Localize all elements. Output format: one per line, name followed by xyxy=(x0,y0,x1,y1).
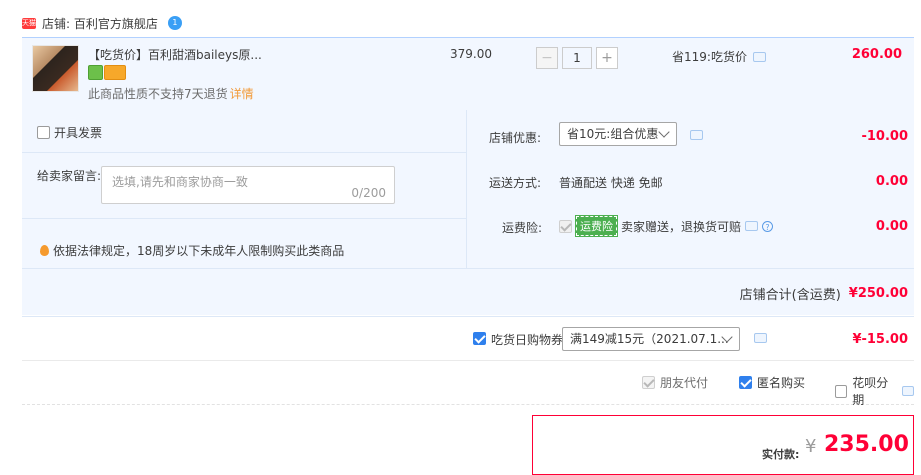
payment-summary: 实付款: ¥ 235.00 xyxy=(532,415,914,475)
item-discount: 省119:吃货价 xyxy=(672,48,766,65)
decrease-quantity-button[interactable]: − xyxy=(536,47,558,69)
message-icon[interactable] xyxy=(690,130,703,140)
divider xyxy=(22,268,914,269)
huabei-checkbox[interactable] xyxy=(835,384,848,398)
shop-total: 店铺合计(含运费) ¥250.00 xyxy=(740,284,908,303)
return-policy-text: 此商品性质不支持7天退货 xyxy=(88,87,228,101)
seller-message-label: 给卖家留言: xyxy=(37,169,102,183)
anonymous-label: 匿名购买 xyxy=(757,376,806,390)
shop-name[interactable]: 店铺: 百利官方旗舰店 xyxy=(42,15,158,32)
shop-total-value: ¥250.00 xyxy=(848,286,908,301)
increase-quantity-button[interactable]: + xyxy=(596,47,618,69)
anonymous-checkbox[interactable] xyxy=(739,376,752,389)
shop-discount-label: 店铺优惠: xyxy=(489,131,542,145)
item-total: 260.00 xyxy=(851,47,902,62)
anonymous-option[interactable]: 匿名购买 xyxy=(739,374,805,391)
shipping-insurance: 运费险 卖家赠送，退换货可赔 ? xyxy=(559,215,774,237)
invoice-option[interactable]: 开具发票 xyxy=(37,124,102,141)
order-item-row: 【吃货价】百利甜酒baileys原... 此商品性质不支持7天退货 详情 379.… xyxy=(22,37,914,111)
huabei-option[interactable]: 花呗分期 xyxy=(835,374,915,408)
service-tag-icon xyxy=(88,65,103,80)
shipping-method: 普通配送 快递 免邮 xyxy=(559,176,663,190)
shop-discount-value: -10.00 xyxy=(861,129,908,144)
shop-discount-selected: 省10元:组合优惠 xyxy=(567,127,659,141)
insurance-label: 运费险: xyxy=(502,221,543,235)
message-icon[interactable] xyxy=(754,333,767,343)
payment-currency: ¥ xyxy=(805,436,817,457)
coupon-value: ¥-15.00 xyxy=(852,332,908,347)
shop-discount-select[interactable]: 省10元:组合优惠 xyxy=(559,122,677,146)
product-title[interactable]: 【吃货价】百利甜酒baileys原... xyxy=(88,46,262,63)
divider xyxy=(22,152,466,153)
location-pin-icon xyxy=(40,245,49,256)
item-discount-text: 省119:吃货价 xyxy=(672,50,747,64)
insurance-text: 卖家赠送，退换货可赔 xyxy=(621,219,742,234)
age-restriction-text: 依据法律规定，18周岁以下未成年人限制购买此类商品 xyxy=(53,244,345,258)
message-icon[interactable] xyxy=(901,386,915,396)
order-options-panel: 开具发票 给卖家留言: 选填,请先和商家协商一致 0/200 依据法律规定，18… xyxy=(22,110,914,315)
coupon-selected: 满149减15元（2021.07.1... xyxy=(570,332,729,346)
quantity-stepper: − 1 + xyxy=(536,47,618,69)
friend-pay-label: 朋友代付 xyxy=(660,376,709,390)
shipping-label: 运送方式: xyxy=(489,176,542,190)
shop-total-label: 店铺合计(含运费) xyxy=(739,288,841,303)
character-counter: 0/200 xyxy=(351,186,386,200)
tmall-icon: 天猫 xyxy=(22,17,36,29)
chat-icon[interactable]: 1 xyxy=(167,16,182,30)
invoice-label: 开具发票 xyxy=(54,126,103,140)
quantity-input[interactable]: 1 xyxy=(562,47,592,69)
age-restriction-notice: 依据法律规定，18周岁以下未成年人限制购买此类商品 xyxy=(40,242,344,259)
payment-options-row: 朋友代付 匿名购买 花呗分期 xyxy=(22,360,915,408)
divider xyxy=(22,218,466,219)
coupon-checkbox[interactable] xyxy=(473,332,486,345)
help-icon[interactable]: ? xyxy=(762,220,774,232)
friend-pay-checkbox[interactable] xyxy=(642,376,655,389)
coupon-label: 吃货日购物券 xyxy=(491,333,564,347)
seller-message-input[interactable]: 选填,请先和商家协商一致 0/200 xyxy=(101,166,395,204)
coupon-row: 吃货日购物券 满149减15元（2021.07.1... ¥-15.00 xyxy=(22,316,914,361)
details-link[interactable]: 详情 xyxy=(230,87,254,101)
shop-header: 天猫 店铺: 百利官方旗舰店 1 xyxy=(22,12,182,34)
seller-message-placeholder: 选填,请先和商家协商一致 xyxy=(112,175,248,189)
product-thumbnail[interactable] xyxy=(32,45,79,92)
invoice-checkbox[interactable] xyxy=(37,126,50,139)
insurance-checkbox xyxy=(559,219,572,233)
payment-amount: 235.00 xyxy=(824,432,909,457)
friend-pay-option[interactable]: 朋友代付 xyxy=(642,374,708,391)
column-divider xyxy=(466,110,467,268)
credit-card-tag-icon xyxy=(104,65,126,80)
message-icon[interactable] xyxy=(745,221,759,231)
insurance-badge: 运费险 xyxy=(575,215,618,237)
unit-price: 379.00 xyxy=(450,47,492,61)
coupon-select[interactable]: 满149减15元（2021.07.1... xyxy=(562,327,740,351)
huabei-label: 花呗分期 xyxy=(852,376,889,407)
chevron-down-icon xyxy=(658,126,670,138)
message-icon[interactable] xyxy=(752,51,766,62)
return-policy-note: 此商品性质不支持7天退货 详情 xyxy=(88,85,254,102)
shipping-value: 0.00 xyxy=(875,174,908,189)
insurance-value: 0.00 xyxy=(875,219,908,234)
payment-label: 实付款: xyxy=(762,448,800,461)
